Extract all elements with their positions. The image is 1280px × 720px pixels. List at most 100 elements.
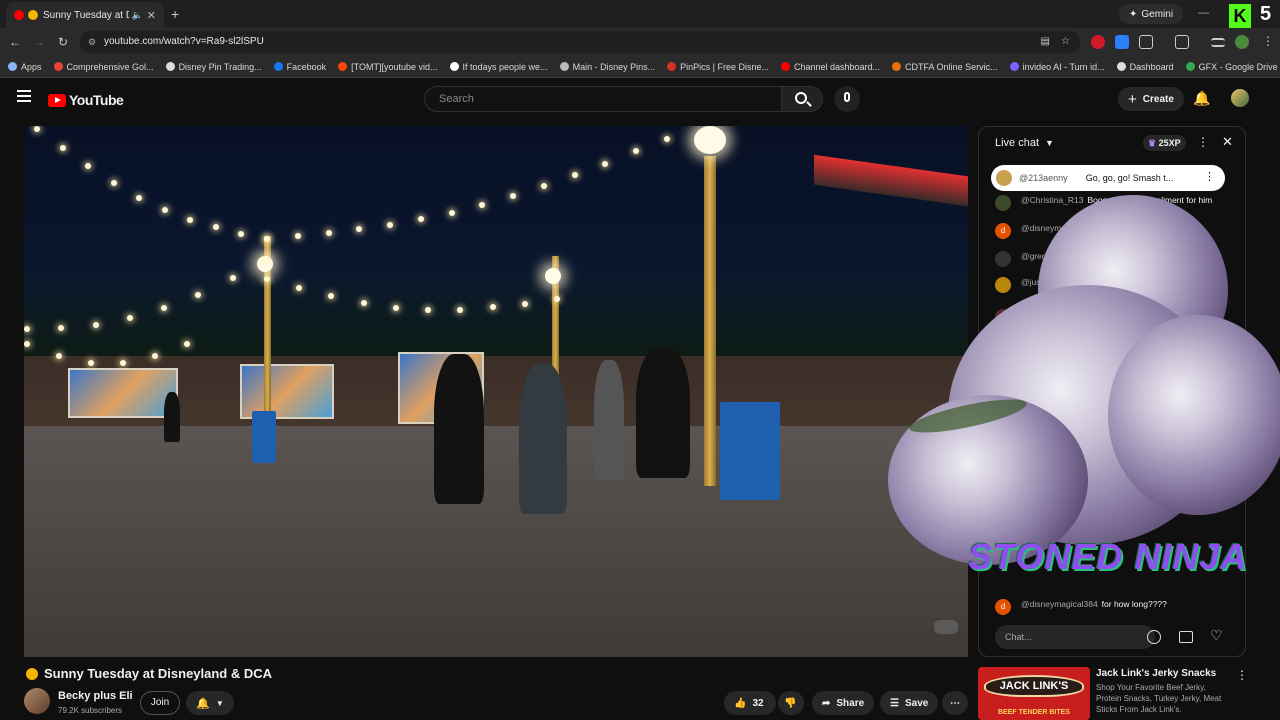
bookmark-item[interactable]: invideo AI - Turn id... — [1009, 62, 1105, 72]
search-input[interactable]: Search — [424, 86, 782, 112]
bookmark-item[interactable]: CDTFA Online Servic... — [892, 62, 998, 72]
video-player[interactable] — [24, 126, 968, 657]
bookmark-item[interactable]: Disney Pin Trading... — [165, 62, 262, 72]
ad-thumbnail[interactable]: JACK LINK'S BEEF TENDER BITES — [978, 667, 1090, 720]
like-button[interactable]: 👍 32 — [724, 691, 776, 715]
search-button[interactable] — [781, 86, 823, 112]
bookmark-item[interactable]: Channel dashboard... — [780, 62, 880, 72]
ad-more-icon[interactable]: ⋮ — [1236, 668, 1248, 682]
pinned-avatar — [996, 170, 1012, 186]
gemini-button[interactable]: ✦ Gemini — [1119, 4, 1184, 24]
chat-avatar: d — [995, 599, 1011, 615]
string-light-bulb — [184, 341, 190, 347]
string-light-bulb — [325, 229, 332, 236]
notifications-bell-icon[interactable]: 🔔 — [1193, 90, 1210, 107]
tab-title: Sunny Tuesday at Disney — [43, 9, 129, 21]
bookmark-star-icon[interactable]: ☆ — [1061, 31, 1070, 53]
bookmark-label: GFX - Google Drive — [1198, 61, 1278, 72]
bookmark-item[interactable]: Dashboard — [1116, 62, 1174, 72]
install-icon[interactable]: ▤ — [1041, 31, 1050, 53]
extension-red-icon[interactable] — [1091, 35, 1105, 49]
create-button[interactable]: + Create — [1118, 87, 1184, 111]
ad-title[interactable]: Jack Link's Jerky Snacks — [1096, 668, 1216, 679]
chat-input[interactable]: Chat... — [995, 625, 1155, 649]
pinned-author: @213aenny — [1019, 173, 1068, 183]
account-avatar[interactable] — [1231, 89, 1249, 107]
chat-avatar — [995, 309, 1011, 325]
bookmark-favicon-icon — [1185, 62, 1195, 71]
bookmark-item[interactable]: Facebook — [273, 61, 327, 72]
bookmark-item[interactable]: GFX - Google Drive — [1185, 61, 1278, 72]
bookmark-item[interactable]: Comprehensive Gol... — [53, 62, 154, 72]
string-light-bulb — [110, 179, 117, 186]
chat-more-icon[interactable]: ⋮ — [1197, 135, 1209, 149]
video-scene-trash-bin — [720, 402, 780, 500]
xp-badge[interactable]: ♛ 25XP — [1143, 135, 1186, 151]
bookmark-item[interactable]: [TOMT][youtube vid... — [338, 61, 438, 72]
voice-search-button[interactable] — [834, 86, 860, 112]
extension-blue-icon[interactable] — [1115, 35, 1129, 49]
chat-scrollbar[interactable] — [1239, 161, 1243, 599]
video-scene-lamppost — [704, 156, 716, 486]
string-light-bulb — [554, 296, 560, 302]
reload-icon[interactable]: ↻ — [55, 34, 71, 50]
bookmark-label: Facebook — [286, 61, 327, 72]
media-controls-icon[interactable] — [1211, 38, 1225, 47]
site-info-icon[interactable]: ⚙ — [88, 31, 96, 53]
emoji-icon[interactable] — [1147, 630, 1161, 644]
save-icon: ☰ — [890, 697, 899, 709]
bookmark-item[interactable]: Main - Disney Pins... — [559, 62, 655, 72]
channel-name[interactable]: Becky plus Eli — [58, 690, 133, 702]
super-chat-icon[interactable] — [1179, 631, 1193, 643]
chevron-down-icon[interactable]: ▼ — [1045, 138, 1054, 148]
chat-author: @greg... — [1021, 251, 1054, 261]
chat-message-body: @Christina_R13 Booooooo no compliment for… — [1021, 195, 1221, 205]
sidepanel-icon[interactable] — [1175, 35, 1189, 49]
speaker-icon[interactable]: 🔈 — [132, 10, 143, 21]
subscription-bell-button[interactable]: 🔔 ▼ — [186, 691, 234, 715]
string-light-bulb — [24, 326, 30, 332]
close-chat-icon[interactable]: ✕ — [1222, 134, 1233, 150]
forward-icon[interactable]: → — [31, 34, 47, 50]
channel-avatar[interactable] — [24, 688, 50, 714]
string-light-bulb — [633, 148, 640, 155]
back-icon[interactable]: ← — [7, 34, 23, 50]
video-scene-trash-bin — [252, 411, 276, 463]
sparkle-icon: ✦ — [1129, 8, 1138, 20]
dislike-button[interactable]: 👎 — [778, 691, 804, 715]
string-light-bulb — [392, 304, 399, 311]
bookmark-label: CDTFA Online Servic... — [905, 61, 998, 72]
bookmark-favicon-icon — [1116, 62, 1126, 71]
browser-tab-bar: Sunny Tuesday at Disney 🔈 ✕ + ✦ Gemini —… — [0, 0, 1280, 28]
browser-menu-icon[interactable]: ⋮ — [1262, 34, 1274, 48]
bookmark-item[interactable]: Apps — [8, 62, 42, 72]
profile-avatar-icon[interactable] — [1235, 35, 1249, 49]
save-button[interactable]: ☰ Save — [880, 691, 939, 715]
chat-message-body: @disneymagic... day dolphin day dolphin..… — [1021, 223, 1221, 233]
string-light-bulb — [264, 256, 270, 262]
share-button[interactable]: ➦ Share — [812, 691, 875, 715]
save-label: Save — [904, 697, 929, 709]
heart-icon[interactable]: ♡ — [1210, 627, 1223, 644]
video-scene-person — [164, 392, 180, 442]
url-field[interactable]: ⚙ youtube.com/watch?v=Ra9-sl2lSPU ▤ ☆ — [80, 31, 1080, 53]
string-light-bulb — [212, 224, 219, 231]
string-light-bulb — [92, 321, 99, 328]
extensions-puzzle-icon[interactable] — [1139, 35, 1153, 49]
minimize-button[interactable]: — — [1198, 7, 1209, 19]
emoji-favicon-icon — [28, 10, 38, 20]
chat-mode-dropdown[interactable]: Live chat — [995, 137, 1039, 149]
bookmark-label: [TOMT][youtube vid... — [351, 61, 438, 72]
bookmark-item[interactable]: PinPics | Free Disne... — [667, 62, 769, 72]
close-tab-icon[interactable]: ✕ — [147, 9, 156, 22]
pinned-more-icon[interactable]: ⋮ — [1204, 170, 1215, 183]
youtube-logo[interactable]: YouTube — [48, 92, 124, 108]
hamburger-menu-icon[interactable] — [17, 90, 31, 102]
new-tab-button[interactable]: + — [171, 6, 179, 22]
bookmark-favicon-icon — [338, 62, 348, 71]
join-button[interactable]: Join — [140, 691, 180, 715]
bookmark-item[interactable]: If todays people we... — [449, 62, 548, 72]
pinned-message[interactable]: @213aenny Go, go, go! Smash t... ⋮ — [991, 165, 1225, 191]
browser-tab[interactable]: Sunny Tuesday at Disney 🔈 ✕ — [6, 2, 164, 28]
more-actions-button[interactable]: ⋯ — [942, 691, 968, 715]
